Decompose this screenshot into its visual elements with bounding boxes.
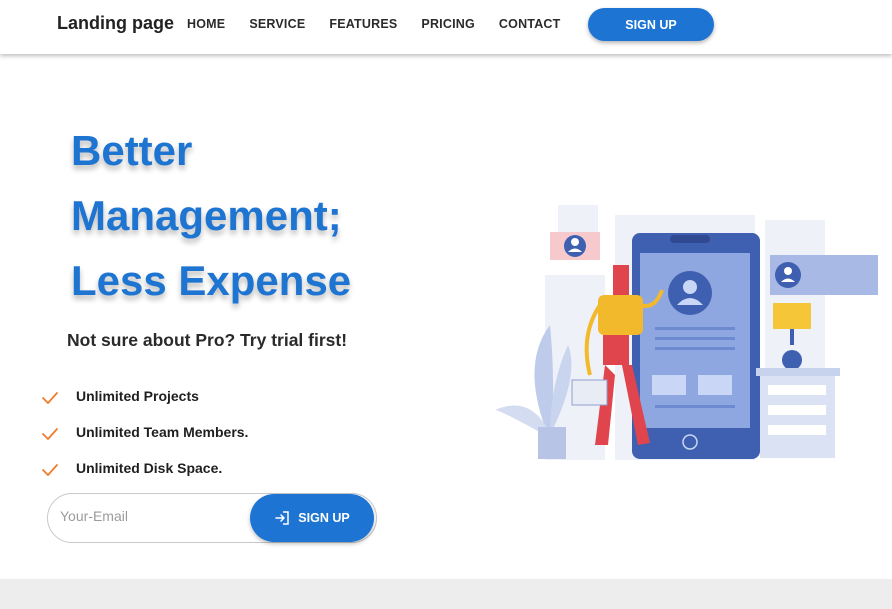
hero-title-line-2: Management; bbox=[71, 192, 342, 239]
feature-text: Unlimited Disk Space. bbox=[76, 460, 223, 476]
form-signup-label: SIGN UP bbox=[298, 511, 350, 525]
navbar: Landing page HOME SERVICE FEATURES PRICI… bbox=[0, 0, 892, 54]
hero-title-line-3: Less Expense bbox=[71, 257, 352, 304]
feature-item: Unlimited Projects bbox=[40, 378, 248, 414]
feature-item: Unlimited Team Members. bbox=[40, 414, 248, 450]
nav-link-contact[interactable]: CONTACT bbox=[499, 17, 561, 31]
nav-link-features[interactable]: FEATURES bbox=[329, 17, 397, 31]
nav-link-pricing[interactable]: PRICING bbox=[421, 17, 475, 31]
feature-text: Unlimited Team Members. bbox=[76, 424, 249, 440]
login-icon bbox=[275, 511, 290, 525]
email-signup-form: SIGN UP bbox=[47, 493, 377, 543]
check-icon bbox=[42, 464, 58, 476]
nav-link-home[interactable]: HOME bbox=[187, 17, 225, 31]
hero-illustration bbox=[495, 205, 878, 460]
check-icon bbox=[42, 392, 58, 404]
nav-links: HOME SERVICE FEATURES PRICING CONTACT bbox=[187, 17, 585, 31]
feature-list: Unlimited Projects Unlimited Team Member… bbox=[40, 378, 248, 486]
footer-band bbox=[0, 579, 892, 609]
form-signup-button[interactable]: SIGN UP bbox=[250, 494, 374, 542]
hero-title-line-1: Better bbox=[71, 127, 193, 174]
nav-signup-button[interactable]: SIGN UP bbox=[588, 8, 714, 41]
email-input[interactable] bbox=[60, 508, 240, 524]
hero-subtitle: Not sure about Pro? Try trial first! bbox=[67, 330, 348, 350]
feature-item: Unlimited Disk Space. bbox=[40, 450, 248, 486]
hero-title: Better Management; Less Expense bbox=[71, 118, 351, 313]
check-icon bbox=[42, 428, 58, 440]
feature-text: Unlimited Projects bbox=[76, 388, 199, 404]
brand-logo-text[interactable]: Landing page bbox=[57, 13, 174, 34]
nav-link-service[interactable]: SERVICE bbox=[249, 17, 305, 31]
